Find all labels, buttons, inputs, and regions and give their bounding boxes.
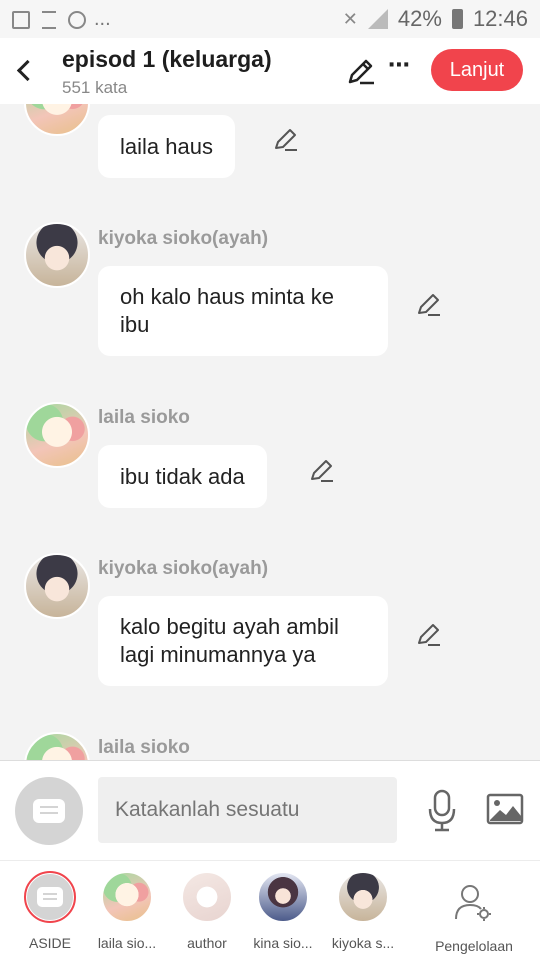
mute-icon: ✕ (342, 8, 358, 29)
avatar[interactable] (24, 222, 90, 288)
avatar (181, 871, 233, 923)
status-bar: ... ✕ 42% 12:46 (0, 0, 540, 38)
message-text: kalo begitu ayah ambil lagi minumannya y… (120, 614, 339, 667)
user-settings-icon (455, 885, 491, 921)
chrome-icon (68, 10, 86, 29)
manage-characters-button[interactable]: Pengelolaan (428, 883, 520, 954)
manage-label: Pengelolaan (435, 938, 513, 954)
message-input[interactable] (98, 777, 397, 843)
character-label: ASIDE (28, 935, 71, 951)
avatar (257, 871, 309, 923)
edit-message-icon[interactable] (416, 291, 442, 317)
message-bubble[interactable]: laila haus (98, 115, 235, 178)
speaker-name: kiyoka sioko(ayah) (98, 558, 269, 579)
aside-avatar (24, 871, 76, 923)
character-aside[interactable]: ASIDE (12, 871, 88, 951)
character-author[interactable]: author (169, 871, 245, 951)
more-notifications: ... (94, 8, 111, 30)
signal-icon (367, 9, 388, 29)
chat-area: laila haus kiyoka sioko(ayah) oh kalo ha… (0, 104, 540, 760)
character-kiyoka[interactable]: kiyoka s... (325, 871, 401, 951)
image-icon[interactable] (486, 793, 524, 825)
character-label: author (187, 935, 227, 951)
more-options-icon[interactable]: ⋯ (388, 52, 411, 78)
edit-title-icon[interactable] (346, 56, 376, 86)
character-label: laila sio... (97, 935, 157, 951)
clock: 12:46 (472, 6, 528, 31)
avatar[interactable] (24, 553, 90, 619)
message-bubble[interactable]: oh kalo haus minta ke ibu (98, 266, 388, 356)
message-icon (33, 799, 65, 823)
message-bubble[interactable]: ibu tidak ada (98, 445, 267, 508)
edit-message-icon[interactable] (416, 621, 442, 647)
microphone-icon[interactable] (426, 789, 458, 833)
character-label: kiyoka s... (331, 935, 395, 951)
battery-icon (451, 9, 463, 29)
message-text: oh kalo haus minta ke ibu (120, 284, 335, 337)
word-count: 551 kata (62, 78, 128, 97)
message-icon (37, 887, 63, 907)
avatar (101, 871, 153, 923)
avatar[interactable] (24, 732, 90, 760)
edit-message-icon[interactable] (273, 126, 299, 152)
speaker-name: laila sioko (98, 407, 190, 428)
back-icon[interactable] (12, 54, 40, 86)
character-kina[interactable]: kina sio... (245, 871, 321, 951)
header: episod 1 (keluarga) 551 kata ⋯ Lanjut (0, 38, 540, 104)
message-bubble[interactable]: kalo begitu ayah ambil lagi minumannya y… (98, 596, 388, 686)
avatar (337, 871, 389, 923)
hourglass-icon (42, 10, 56, 29)
battery-percent: 42% (397, 6, 442, 31)
next-button[interactable]: Lanjut (431, 49, 523, 91)
character-bar: ASIDE laila sio... author kina sio... ki… (0, 860, 540, 960)
avatar[interactable] (24, 104, 90, 136)
speaker-name: laila sioko (98, 737, 190, 758)
message-text: ibu tidak ada (120, 463, 245, 489)
message-text: laila haus (120, 133, 213, 159)
gallery-notification-icon (12, 10, 30, 29)
edit-message-icon[interactable] (309, 457, 335, 483)
speaker-name: kiyoka sioko(ayah) (98, 228, 269, 249)
avatar[interactable] (24, 402, 90, 468)
aside-toggle-button[interactable] (15, 777, 83, 845)
composer-bar (0, 760, 540, 860)
character-laila[interactable]: laila sio... (89, 871, 165, 951)
episode-title: episod 1 (keluarga) (62, 46, 272, 72)
character-label: kina sio... (253, 935, 313, 951)
